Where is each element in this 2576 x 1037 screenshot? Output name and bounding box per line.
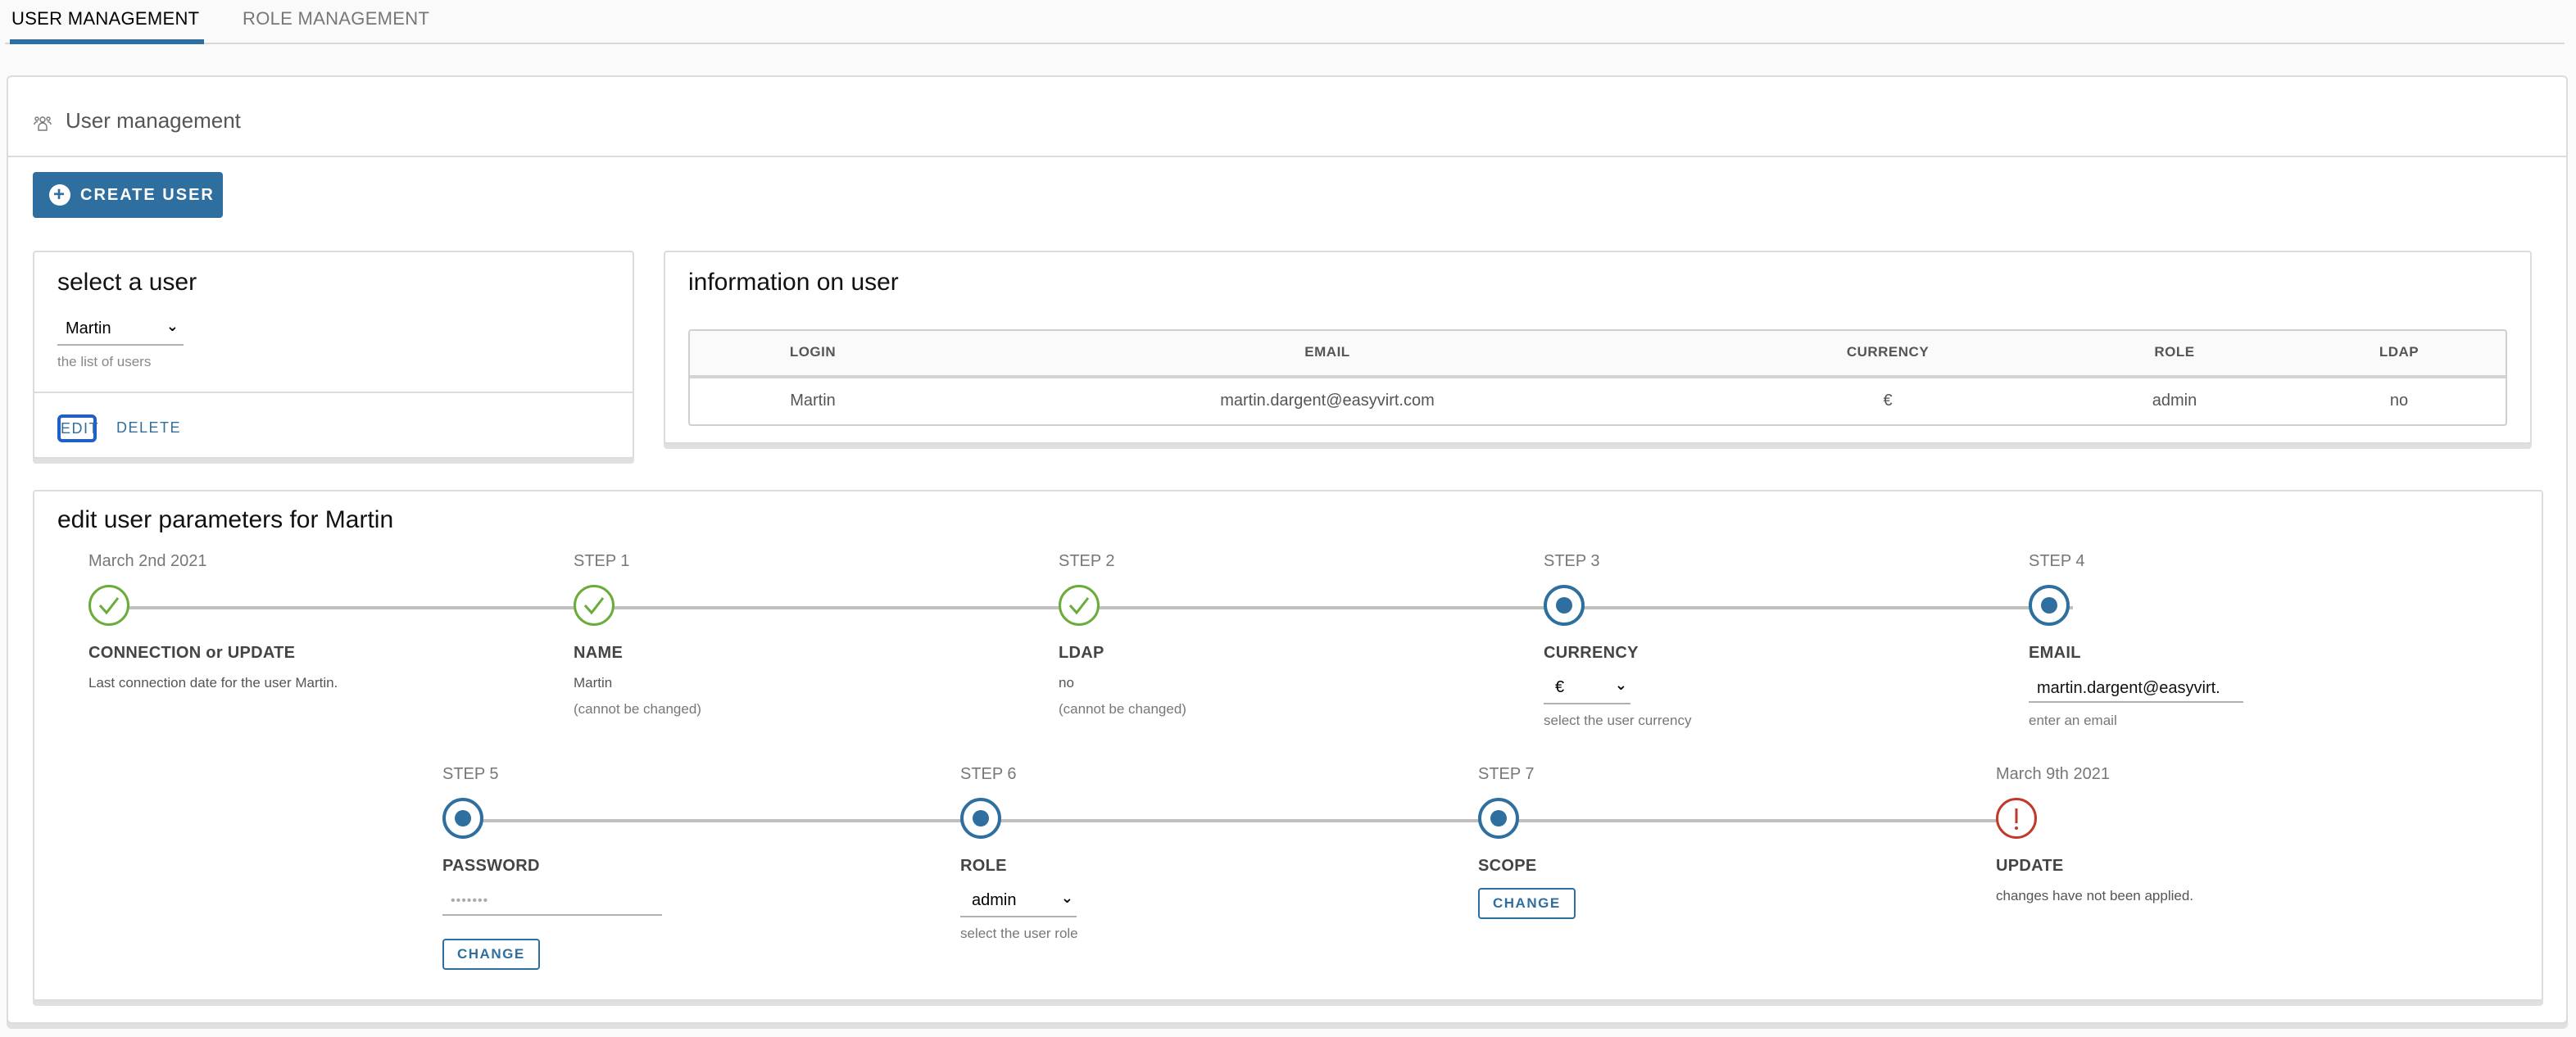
user-select-value: Martin (66, 319, 111, 337)
step-label: PASSWORD (442, 857, 540, 875)
password-input[interactable] (442, 888, 662, 916)
step-label: UPDATE (1996, 857, 2064, 875)
role-select[interactable]: admin ⌄ (960, 888, 1077, 917)
step-status-current (1478, 798, 1519, 839)
step-status-current (2029, 585, 2070, 626)
check-icon (98, 597, 120, 615)
change-password-button[interactable]: CHANGE (442, 939, 540, 970)
column-header-email: EMAIL (1304, 344, 1350, 360)
check-icon (583, 597, 605, 615)
cell-role: admin (2152, 392, 2197, 410)
step-status-done (88, 585, 129, 626)
user-info-card: information on user LOGIN EMAIL CURRENCY… (664, 251, 2532, 444)
step-number: STEP 4 (2029, 552, 2085, 570)
create-user-label: CREATE USER (80, 185, 215, 204)
panel-header: User management (8, 77, 2566, 157)
ldap-note: (cannot be changed) (1059, 701, 1186, 717)
user-select[interactable]: Martin ⌄ (57, 316, 184, 346)
step-label: EMAIL (2029, 644, 2081, 662)
chevron-down-icon: ⌄ (1614, 677, 1627, 693)
name-value: Martin (574, 675, 613, 691)
ldap-value: no (1059, 675, 1074, 691)
chevron-down-icon: ⌄ (1060, 890, 1073, 906)
step-label: LDAP (1059, 644, 1104, 662)
check-icon (1068, 597, 1090, 615)
step-status-current (1544, 585, 1585, 626)
create-user-button[interactable]: + CREATE USER (33, 172, 223, 218)
currency-select-value: € (1555, 678, 1565, 696)
step-date: March 2nd 2021 (88, 552, 207, 570)
currency-select[interactable]: € ⌄ (1544, 675, 1630, 704)
tab-user-management[interactable]: USER MANAGEMENT (9, 8, 205, 44)
step-number: STEP 2 (1059, 552, 1115, 570)
divider (34, 392, 633, 393)
edit-button[interactable]: EDIT (57, 414, 98, 442)
column-header-ldap: LDAP (2379, 344, 2420, 360)
cell-ldap: no (2389, 392, 2409, 410)
step-status-done (574, 585, 615, 626)
user-info-title: information on user (688, 269, 899, 296)
step-status-error (1996, 798, 2037, 839)
step-status-done (1059, 585, 1100, 626)
select-user-card: select a user Martin ⌄ the list of users… (33, 251, 634, 459)
tab-bar: USER MANAGEMENT ROLE MANAGEMENT (5, 0, 2565, 44)
step-number: STEP 7 (1478, 765, 1535, 783)
step-label: CONNECTION or UPDATE (88, 644, 296, 662)
column-header-role: ROLE (2154, 344, 2195, 360)
step-status-current (960, 798, 1001, 839)
panel-title: User management (66, 108, 241, 133)
update-status: changes have not been applied. (1996, 888, 2194, 903)
step-status-current (442, 798, 483, 839)
step-label: ROLE (960, 857, 1007, 875)
role-select-value: admin (972, 891, 1017, 909)
stepper-line-row-2 (460, 819, 2025, 822)
column-header-currency: CURRENCY (1846, 344, 1930, 360)
users-group-icon (34, 116, 52, 131)
user-info-table: LOGIN EMAIL CURRENCY ROLE LDAP Martin ma… (688, 329, 2507, 426)
step-date: March 9th 2021 (1996, 765, 2110, 783)
name-note: (cannot be changed) (574, 701, 701, 717)
exclamation-icon (2015, 808, 2018, 830)
delete-button[interactable]: DELETE (116, 419, 181, 437)
step-label: SCOPE (1478, 857, 1537, 875)
step-description: Last connection date for the user Martin… (88, 675, 338, 691)
user-management-panel: User management + CREATE USER select a u… (7, 75, 2568, 1024)
chevron-down-icon: ⌄ (166, 318, 179, 334)
change-scope-button[interactable]: CHANGE (1478, 888, 1576, 919)
cell-email: martin.dargent@easyvirt.com (1220, 392, 1435, 410)
step-number: STEP 5 (442, 765, 499, 783)
currency-helper: select the user currency (1544, 713, 1692, 728)
email-input[interactable] (2029, 675, 2243, 703)
user-select-helper: the list of users (57, 354, 152, 369)
table-row[interactable]: Martin martin.dargent@easyvirt.com € adm… (690, 378, 2506, 424)
cell-login: Martin (790, 392, 836, 410)
cell-currency: € (1883, 392, 1893, 410)
plus-circle-icon: + (49, 184, 70, 206)
role-helper: select the user role (960, 926, 1078, 941)
step-number: STEP 3 (1544, 552, 1600, 570)
edit-user-title: edit user parameters for Martin (57, 506, 394, 533)
step-number: STEP 1 (574, 552, 630, 570)
select-user-title: select a user (57, 269, 197, 296)
step-number: STEP 6 (960, 765, 1017, 783)
column-header-login: LOGIN (789, 344, 837, 360)
step-label: NAME (574, 644, 624, 662)
edit-user-card: edit user parameters for Martin March 2n… (33, 490, 2543, 1001)
tab-role-management[interactable]: ROLE MANAGEMENT (243, 8, 429, 41)
email-helper: enter an email (2029, 713, 2117, 728)
table-header: LOGIN EMAIL CURRENCY ROLE LDAP (690, 331, 2506, 378)
step-label: CURRENCY (1544, 644, 1639, 662)
